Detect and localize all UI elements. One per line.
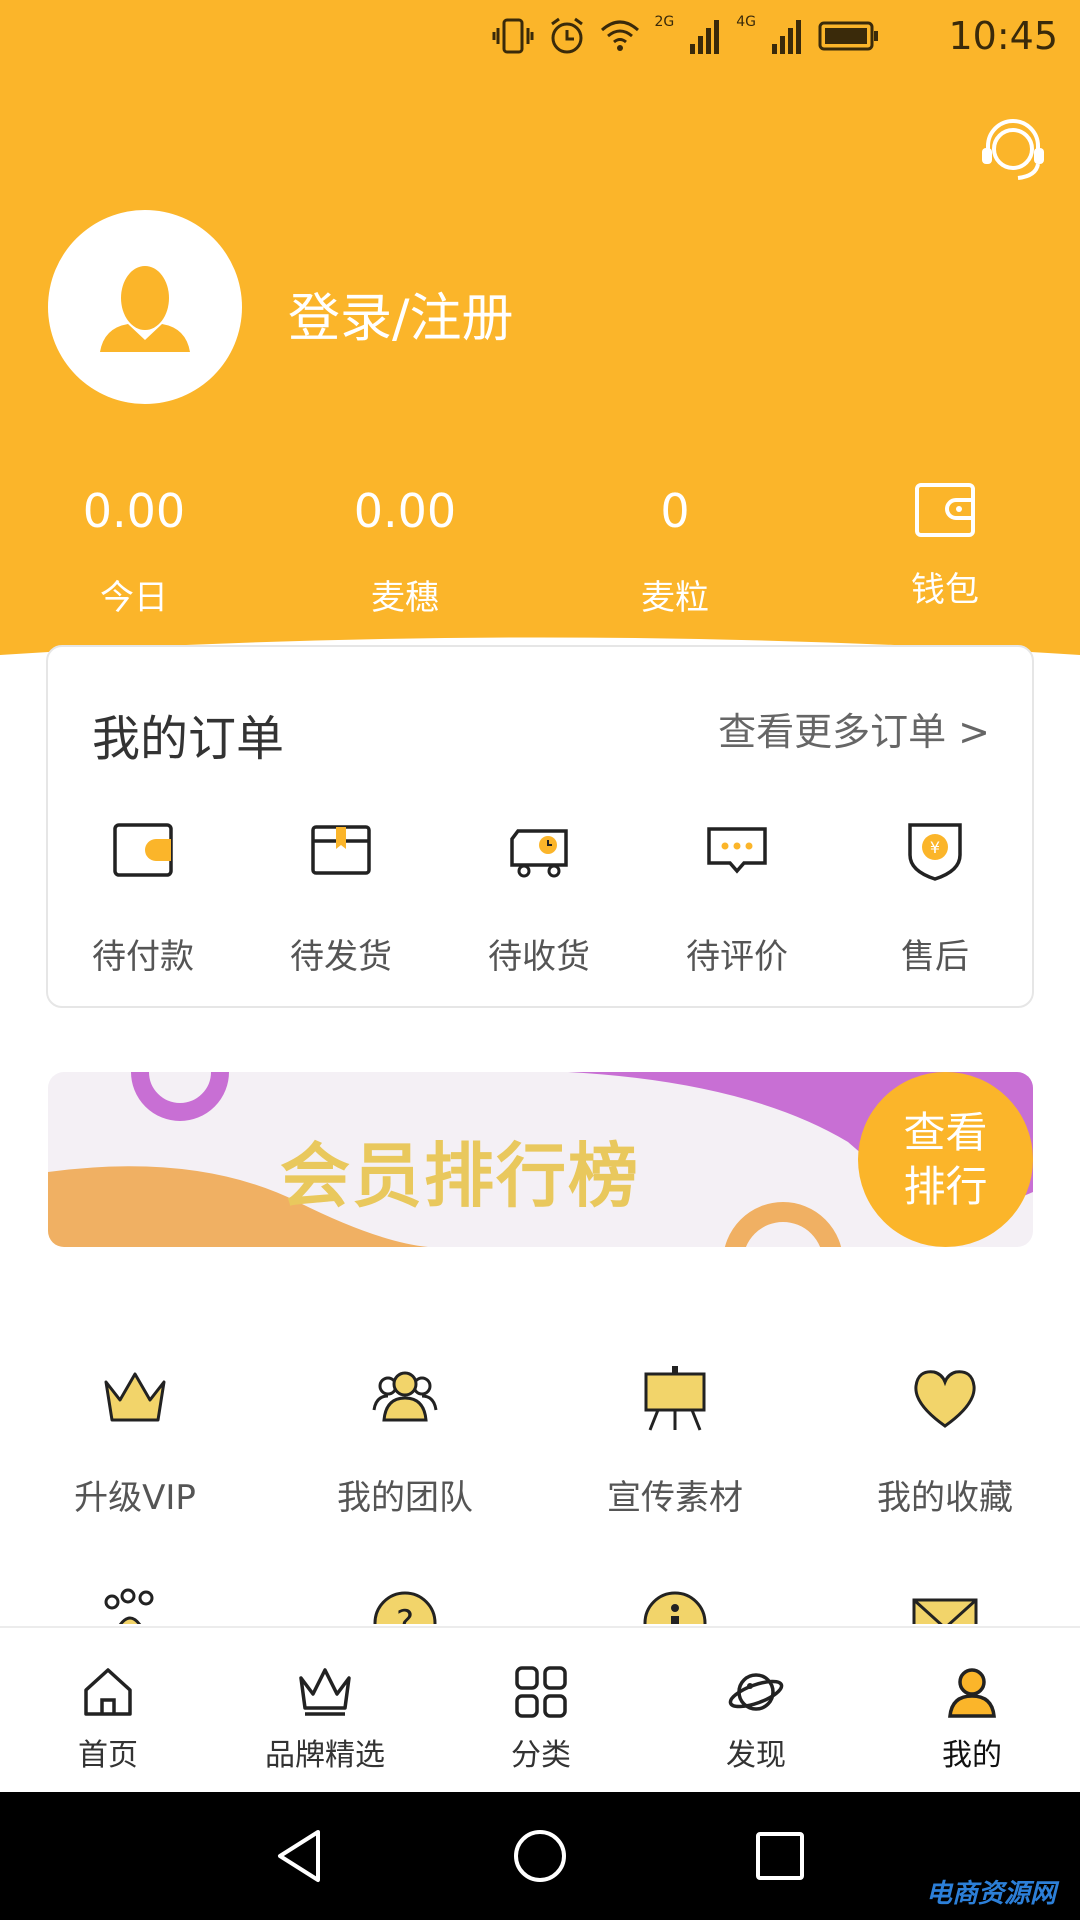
order-pending-receipt-label: 待收货 (488, 937, 590, 977)
home-circle-icon[interactable] (510, 1826, 570, 1886)
tab-brands-label: 品牌精选 (265, 1738, 385, 1773)
banner-title: 会员排行榜 (280, 1135, 640, 1217)
stat-maili-value: 0 (660, 484, 690, 538)
status-bar: 2G 4G 10:45 (0, 0, 1080, 72)
back-icon[interactable] (270, 1826, 330, 1886)
upgrade-vip-button[interactable]: 升级VIP (15, 1364, 255, 1519)
avatar[interactable] (48, 210, 242, 404)
battery-icon (818, 21, 878, 51)
watermark: 电商资源网 (925, 1879, 1056, 1909)
crown-icon (104, 1372, 166, 1422)
mail-item[interactable] (910, 1588, 980, 1624)
crown-outline-icon (299, 1668, 351, 1716)
tab-discover[interactable]: 发现 (656, 1628, 856, 1794)
tab-home-label: 首页 (78, 1738, 138, 1773)
network-2g-label: 2G (654, 14, 675, 30)
upgrade-vip-label: 升级VIP (74, 1478, 196, 1518)
stat-maili-label: 麦粒 (641, 578, 709, 618)
order-after-sales-label: 售后 (901, 937, 969, 977)
team-icon (372, 1371, 438, 1422)
stat-today-label: 今日 (100, 578, 168, 618)
order-pending-receipt[interactable]: 待收货 (444, 817, 634, 978)
mail-icon (912, 1598, 978, 1624)
info-icon (643, 1591, 707, 1624)
orders-title: 我的订单 (92, 711, 285, 767)
order-pending-shipment-label: 待发货 (290, 937, 392, 977)
orders-card: 我的订单 查看更多订单 > 待付款 待发货 待收货 待评价 ¥ 售后 (46, 645, 1034, 1008)
tab-brands[interactable]: 品牌精选 (225, 1628, 425, 1794)
network-4g-label: 4G (736, 14, 756, 30)
view-ranking-line1: 查看 (903, 1108, 988, 1157)
svg-text:¥: ¥ (930, 838, 940, 857)
signal-icon (690, 20, 720, 54)
help-item[interactable]: ? (370, 1588, 440, 1624)
tab-home[interactable]: 首页 (8, 1628, 208, 1794)
bottom-tab-bar: 首页 品牌精选 分类 发现 我的 (0, 1626, 1080, 1792)
member-ranking-banner[interactable]: 会员排行榜 查看 排行 (48, 1072, 1033, 1247)
vibrate-icon (492, 18, 534, 54)
status-icons: 2G 4G (492, 14, 880, 58)
info-item[interactable] (640, 1588, 710, 1624)
planet-icon (728, 1673, 784, 1711)
package-icon (311, 825, 371, 875)
signal-icon (772, 20, 801, 54)
my-team-label: 我的团队 (337, 1478, 473, 1518)
delivery-truck-icon (510, 829, 568, 878)
my-team-button[interactable]: 我的团队 (285, 1364, 525, 1519)
tab-category[interactable]: 分类 (441, 1628, 641, 1794)
user-icon (948, 1668, 996, 1718)
tab-mine-label: 我的 (942, 1738, 1002, 1773)
stat-maisui-value: 0.00 (353, 484, 457, 538)
headset-icon[interactable] (978, 116, 1048, 186)
order-pending-payment[interactable]: 待付款 (48, 817, 238, 978)
order-pending-review-label: 待评价 (686, 937, 788, 977)
wallet-icon (113, 823, 173, 877)
comment-icon (707, 827, 767, 874)
wallet-icon (915, 483, 975, 537)
order-after-sales[interactable]: ¥ 售后 (840, 817, 1030, 978)
stat-maili[interactable]: 0 麦粒 (575, 478, 775, 619)
shield-yen-icon: ¥ (908, 823, 962, 881)
order-pending-payment-label: 待付款 (92, 937, 194, 977)
my-favorites-label: 我的收藏 (877, 1478, 1013, 1518)
wifi-icon (601, 20, 640, 51)
svg-text:?: ? (396, 1603, 414, 1624)
recents-icon[interactable] (750, 1826, 810, 1886)
promo-materials-label: 宣传素材 (607, 1478, 743, 1518)
my-favorites-button[interactable]: 我的收藏 (825, 1364, 1065, 1519)
stat-today[interactable]: 0.00 今日 (34, 478, 234, 619)
easel-icon (644, 1366, 706, 1431)
view-ranking-button[interactable]: 查看 排行 (858, 1072, 1033, 1247)
promo-materials-button[interactable]: 宣传素材 (555, 1364, 795, 1519)
stat-maisui-label: 麦穗 (371, 578, 439, 618)
stat-today-value: 0.00 (82, 484, 186, 538)
stat-wallet-label: 钱包 (911, 570, 979, 610)
tab-discover-label: 发现 (726, 1738, 786, 1773)
home-icon (84, 1668, 132, 1716)
tab-category-label: 分类 (511, 1738, 571, 1773)
grid-icon (515, 1666, 567, 1718)
order-pending-review[interactable]: 待评价 (642, 817, 832, 978)
paw-item[interactable] (100, 1588, 170, 1624)
heart-icon (914, 1370, 976, 1428)
login-register-link[interactable]: 登录/注册 (288, 276, 514, 351)
alarm-icon (551, 17, 584, 54)
order-pending-shipment[interactable]: 待发货 (246, 817, 436, 978)
view-more-orders-link[interactable]: 查看更多订单 > (718, 701, 990, 756)
paw-icon (104, 1588, 154, 1624)
status-time: 10:45 (948, 14, 1058, 58)
stat-wallet[interactable]: 钱包 (845, 478, 1045, 611)
view-ranking-line2: 排行 (903, 1162, 988, 1211)
system-navigation-bar: 电商资源网 (0, 1792, 1080, 1920)
tab-mine[interactable]: 我的 (872, 1628, 1072, 1794)
stat-maisui[interactable]: 0.00 麦穗 (305, 478, 505, 619)
user-placeholder-icon (100, 266, 190, 352)
help-icon: ? (373, 1591, 437, 1624)
